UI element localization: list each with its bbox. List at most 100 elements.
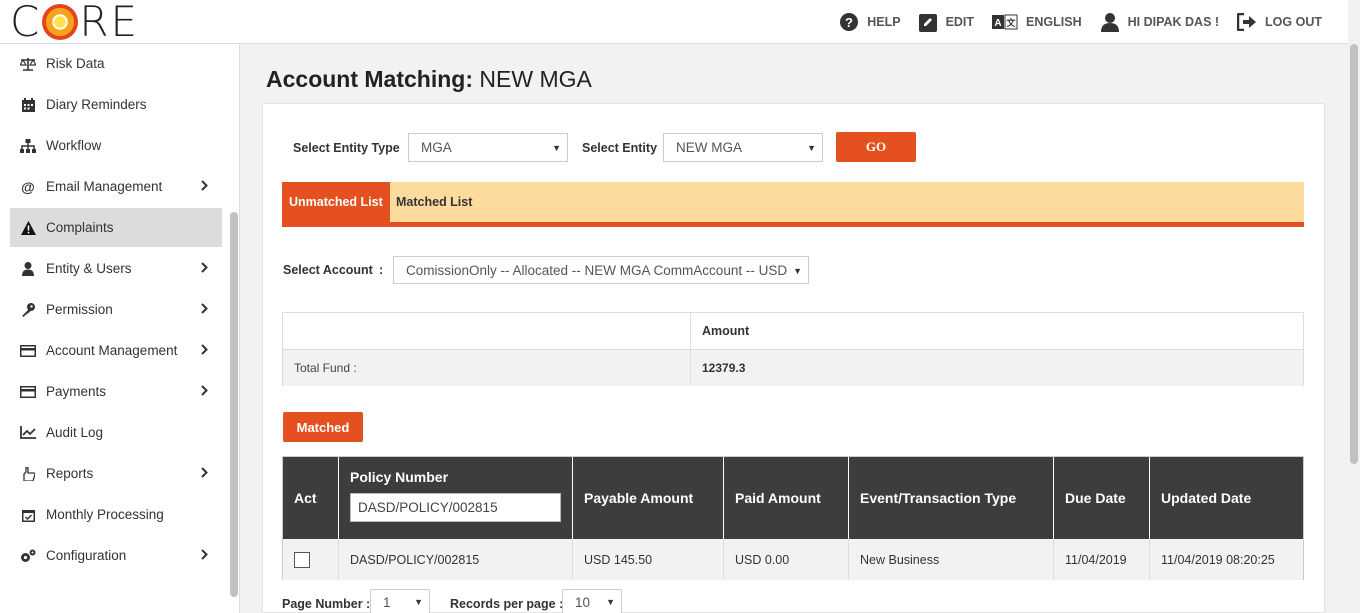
amount-header: Amount — [702, 324, 750, 338]
sidebar-item-label: Entity & Users — [46, 261, 132, 276]
records-per-page-label: Records per page : — [450, 597, 564, 611]
cell-paid: USD 0.00 — [724, 539, 849, 580]
sidebar-item-label: Diary Reminders — [46, 97, 147, 112]
cell-policy: DASD/POLICY/002815 — [339, 539, 573, 580]
total-fund-label: Total Fund : — [294, 361, 357, 375]
dropdown-arrow-icon: ▼ — [793, 266, 802, 276]
dropdown-arrow-icon: ▼ — [552, 143, 561, 153]
chevron-right-icon — [201, 344, 208, 355]
records-per-page-select[interactable]: 10 ▼ — [562, 589, 622, 613]
sidebar-item-account-management[interactable]: Account Management — [10, 331, 222, 370]
column-header-due-date: Due Date — [1054, 457, 1150, 539]
column-header-paid: Paid Amount — [724, 457, 849, 539]
edit-label: EDIT — [945, 15, 975, 29]
sidebar-item-monthly-processing[interactable]: Monthly Processing — [10, 495, 222, 534]
cell-updated-date: 11/04/2019 08:20:25 — [1161, 552, 1275, 567]
top-nav: ? HELP EDIT A文 ENGLISH HI DIPAK DAS ! LO… — [821, 0, 1322, 44]
row-select-checkbox[interactable] — [294, 551, 310, 568]
total-fund-value: 12379.3 — [702, 361, 746, 375]
go-button[interactable]: GO — [836, 132, 916, 162]
card-icon — [20, 343, 36, 359]
language-label: ENGLISH — [1026, 15, 1082, 29]
sidebar-item-risk-data[interactable]: Risk Data — [10, 44, 222, 83]
entity-type-label: Select Entity Type — [293, 141, 400, 155]
scrollbar-thumb[interactable] — [1350, 44, 1358, 464]
account-select[interactable]: ComissionOnly -- Allocated -- NEW MGA Co… — [393, 256, 809, 284]
user-greeting: HI DIPAK DAS ! — [1127, 15, 1220, 29]
user-menu[interactable]: HI DIPAK DAS ! — [1100, 12, 1219, 32]
fund-summary-table: Amount Total Fund : 12379.3 — [282, 312, 1304, 386]
sidebar-item-reports[interactable]: Reports — [10, 454, 222, 493]
chevron-right-icon — [201, 180, 208, 191]
sidebar-item-payments[interactable]: Payments — [10, 372, 222, 411]
svg-text:文: 文 — [1006, 17, 1017, 29]
user-icon — [20, 261, 36, 277]
tab-matched-list[interactable]: Matched List — [389, 182, 479, 222]
help-label: HELP — [867, 15, 901, 29]
sidebar-item-label: Configuration — [46, 548, 127, 563]
list-tabs: Unmatched List Matched List — [282, 182, 1304, 227]
logout-link[interactable]: LOG OUT — [1237, 13, 1322, 31]
sidebar-item-label: Audit Log — [46, 425, 104, 440]
sidebar-item-label: Permission — [46, 302, 113, 317]
select-account-label: Select Account — [283, 263, 373, 277]
column-header-updated-date: Updated Date — [1161, 490, 1252, 506]
help-icon: ? — [840, 13, 859, 31]
sidebar-item-diary-reminders[interactable]: Diary Reminders — [10, 85, 222, 124]
dropdown-arrow-icon: ▼ — [414, 597, 423, 607]
sitemap-icon — [20, 138, 36, 154]
sidebar-item-label: Account Management — [46, 343, 178, 358]
chevron-right-icon — [201, 467, 208, 478]
at-icon: @ — [21, 178, 35, 195]
cell-event: New Business — [849, 539, 1054, 580]
sidebar-item-audit-log[interactable]: Audit Log — [10, 413, 222, 452]
sidebar-item-workflow[interactable]: Workflow — [10, 126, 222, 165]
calendar-check-icon — [20, 507, 36, 523]
dropdown-arrow-icon: ▼ — [606, 597, 615, 607]
sidebar-item-complaints[interactable]: Complaints — [10, 208, 222, 247]
matched-button[interactable]: Matched — [283, 412, 363, 442]
sidebar-item-email-management[interactable]: @ Email Management — [10, 167, 222, 206]
transactions-grid: Act Policy Number DASD/POLICY/002815 Pay… — [282, 456, 1304, 580]
key-icon — [20, 302, 36, 318]
entity-select[interactable]: NEW MGA ▼ — [663, 133, 823, 162]
cogs-icon — [20, 548, 36, 564]
sidebar-item-label: Payments — [46, 384, 107, 399]
entity-label: Select Entity — [582, 141, 658, 155]
page-number-label: Page Number : — [282, 597, 371, 611]
core-logo[interactable]: C RE — [10, 1, 139, 43]
edit-icon — [918, 13, 937, 32]
sidebar-item-configuration[interactable]: Configuration — [10, 536, 222, 575]
sidebar-item-label: Email Management — [46, 179, 163, 194]
language-link[interactable]: A文 ENGLISH — [992, 14, 1082, 30]
sidebar-item-label: Workflow — [46, 138, 102, 153]
translate-icon: A文 — [992, 14, 1018, 30]
cell-payable: USD 145.50 — [573, 539, 724, 580]
page-scrollbar[interactable] — [1348, 0, 1360, 613]
column-header-event: Event/Transaction Type — [849, 457, 1054, 539]
scale-icon — [20, 56, 36, 72]
sidebar-item-permission[interactable]: Permission — [10, 290, 222, 329]
help-link[interactable]: ? HELP — [839, 12, 901, 32]
edit-link[interactable]: EDIT — [918, 13, 975, 32]
column-header-act: Act — [283, 457, 339, 539]
chevron-right-icon — [201, 549, 208, 560]
page-number-select[interactable]: 1 ▼ — [370, 589, 430, 613]
sidebar-item-entity-users[interactable]: Entity & Users — [10, 249, 222, 288]
card-icon — [20, 384, 36, 400]
chart-icon — [20, 425, 36, 441]
sidebar-item-label: Monthly Processing — [46, 507, 164, 522]
chevron-right-icon — [201, 385, 208, 396]
chevron-right-icon — [201, 262, 208, 273]
sidebar-item-label: Reports — [46, 466, 94, 481]
dropdown-arrow-icon: ▼ — [807, 143, 816, 153]
sidebar-scrollbar[interactable] — [230, 212, 238, 597]
calendar-icon — [20, 97, 36, 113]
policy-number-filter-input[interactable]: DASD/POLICY/002815 — [350, 493, 561, 522]
chevron-right-icon — [201, 303, 208, 314]
entity-type-select[interactable]: MGA ▼ — [408, 133, 568, 162]
logout-icon — [1237, 13, 1257, 31]
logo-circle-icon — [42, 4, 79, 40]
tab-unmatched-list[interactable]: Unmatched List — [282, 182, 390, 222]
table-row: DASD/POLICY/002815 USD 145.50 USD 0.00 N… — [283, 539, 1303, 580]
